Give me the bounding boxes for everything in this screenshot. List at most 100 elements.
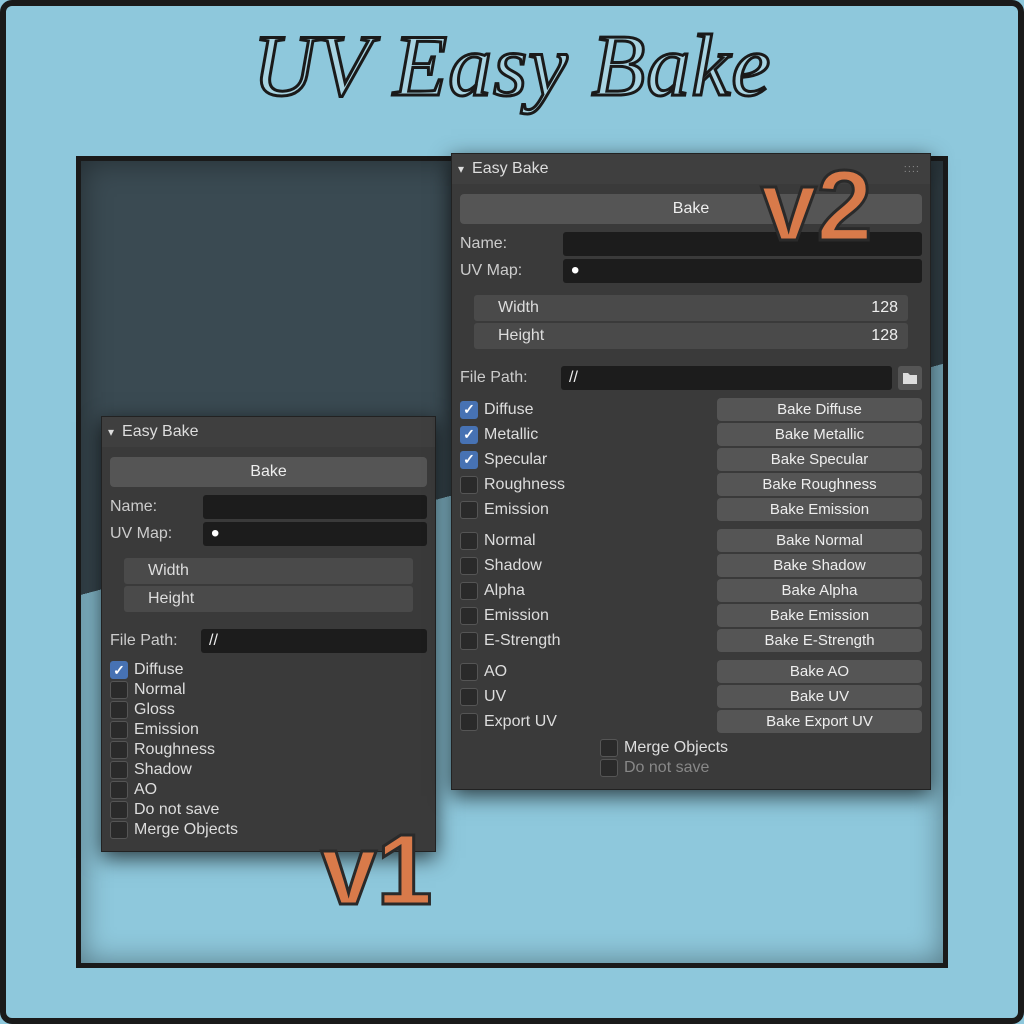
checkbox[interactable]: [460, 426, 478, 444]
name-field-v1[interactable]: [203, 495, 427, 519]
uvmap-label: UV Map:: [460, 262, 555, 280]
filepath-label: File Path:: [460, 369, 555, 387]
checkbox-label: Specular: [484, 451, 547, 469]
checkbox-label: Diffuse: [484, 401, 534, 419]
bake-action-button[interactable]: Bake AO: [717, 660, 922, 683]
uvmap-field-v2[interactable]: •: [563, 259, 922, 283]
name-field-v2[interactable]: [563, 232, 922, 256]
checkbox[interactable]: [110, 801, 128, 819]
checkbox-label: Diffuse: [134, 661, 184, 679]
checkbox[interactable]: [460, 557, 478, 575]
checkbox-label: UV: [484, 688, 506, 706]
checkbox-row: Normal: [110, 681, 427, 699]
panel-title-v2: Easy Bake: [472, 160, 548, 178]
panel-v1: ▾ Easy Bake Bake Name: UV Map: • Width H…: [101, 416, 436, 852]
checkbox-label: AO: [484, 663, 507, 681]
filepath-field-v1[interactable]: //: [201, 629, 427, 653]
bake-button-v2[interactable]: Bake: [460, 194, 922, 224]
uvmap-label: UV Map:: [110, 525, 195, 543]
checkbox[interactable]: [460, 713, 478, 731]
bake-action-button[interactable]: Bake Alpha: [717, 579, 922, 602]
checkbox[interactable]: [460, 451, 478, 469]
checkbox[interactable]: [110, 721, 128, 739]
bake-button-v1[interactable]: Bake: [110, 457, 427, 487]
comparison-frame: ▾ Easy Bake Bake Name: UV Map: • Width H…: [76, 156, 948, 968]
height-field-v1[interactable]: Height: [124, 586, 413, 612]
checkbox-row: Export UV Bake Export UV: [460, 710, 922, 733]
checkbox[interactable]: [460, 688, 478, 706]
width-field-v1[interactable]: Width: [124, 558, 413, 584]
checkbox-label: Export UV: [484, 713, 557, 731]
checkbox[interactable]: [460, 582, 478, 600]
name-label: Name:: [460, 235, 555, 253]
checkbox[interactable]: [110, 821, 128, 839]
bake-action-button[interactable]: Bake Metallic: [717, 423, 922, 446]
checkbox[interactable]: [110, 701, 128, 719]
checkbox[interactable]: [460, 501, 478, 519]
uvmap-field-v1[interactable]: •: [203, 522, 427, 546]
checkbox-row: Emission Bake Emission: [460, 498, 922, 521]
checkbox-label: E-Strength: [484, 632, 560, 650]
bake-action-button[interactable]: Bake Emission: [717, 604, 922, 627]
checkbox[interactable]: [460, 607, 478, 625]
drag-handle-icon[interactable]: ::::: [904, 163, 920, 175]
checkbox[interactable]: [460, 532, 478, 550]
checkbox[interactable]: [600, 739, 618, 757]
panel-title-v1: Easy Bake: [122, 423, 198, 441]
checkbox-row: Shadow: [110, 761, 427, 779]
height-value: 128: [871, 327, 898, 345]
checkbox-row: AO Bake AO: [460, 660, 922, 683]
bake-action-button[interactable]: Bake Roughness: [717, 473, 922, 496]
checkbox-label: Roughness: [134, 741, 215, 759]
checkbox-row: Metallic Bake Metallic: [460, 423, 922, 446]
checkbox-row: Roughness Bake Roughness: [460, 473, 922, 496]
bake-action-button[interactable]: Bake Export UV: [717, 710, 922, 733]
checkbox-row: Diffuse Bake Diffuse: [460, 398, 922, 421]
width-field-v2[interactable]: Width 128: [474, 295, 908, 321]
checkbox-row: Diffuse: [110, 661, 427, 679]
checkbox[interactable]: [600, 759, 618, 777]
checkbox[interactable]: [460, 632, 478, 650]
checkbox-row: Merge Objects: [600, 739, 922, 757]
checkbox[interactable]: [460, 663, 478, 681]
bake-action-button[interactable]: Bake Diffuse: [717, 398, 922, 421]
panel-header-v1[interactable]: ▾ Easy Bake: [102, 417, 435, 447]
checkbox-row: Merge Objects: [110, 821, 427, 839]
checkbox[interactable]: [110, 741, 128, 759]
bake-action-button[interactable]: Bake Emission: [717, 498, 922, 521]
checkbox[interactable]: [110, 761, 128, 779]
checkbox-row: Shadow Bake Shadow: [460, 554, 922, 577]
checkbox-label: Alpha: [484, 582, 525, 600]
checkbox-row: Normal Bake Normal: [460, 529, 922, 552]
checkbox-label: Metallic: [484, 426, 538, 444]
bake-action-button[interactable]: Bake E-Strength: [717, 629, 922, 652]
checkbox-label: Shadow: [134, 761, 192, 779]
checkbox[interactable]: [110, 681, 128, 699]
panel-header-v2[interactable]: ▾ Easy Bake ::::: [452, 154, 930, 184]
checkbox-row: Emission Bake Emission: [460, 604, 922, 627]
checkbox-row: E-Strength Bake E-Strength: [460, 629, 922, 652]
panel-v2: ▾ Easy Bake :::: Bake Name: UV Map: • Wi…: [451, 153, 931, 790]
checkbox-label: Emission: [484, 501, 549, 519]
width-value: 128: [871, 299, 898, 317]
checkbox[interactable]: [110, 661, 128, 679]
checkbox-row: Alpha Bake Alpha: [460, 579, 922, 602]
checkbox-row: UV Bake UV: [460, 685, 922, 708]
checkbox-label: Shadow: [484, 557, 542, 575]
folder-icon[interactable]: [898, 366, 922, 390]
filepath-field-v2[interactable]: //: [561, 366, 892, 390]
bake-action-button[interactable]: Bake Specular: [717, 448, 922, 471]
checkbox-row: Do not save: [110, 801, 427, 819]
checkbox-label: Emission: [484, 607, 549, 625]
checkbox-label: Do not save: [624, 759, 709, 777]
checkbox[interactable]: [110, 781, 128, 799]
checkbox[interactable]: [460, 476, 478, 494]
checkbox-label: Roughness: [484, 476, 565, 494]
filepath-label: File Path:: [110, 632, 195, 650]
bake-action-button[interactable]: Bake Normal: [717, 529, 922, 552]
checkbox[interactable]: [460, 401, 478, 419]
height-field-v2[interactable]: Height 128: [474, 323, 908, 349]
bake-action-button[interactable]: Bake UV: [717, 685, 922, 708]
checkbox-row: Emission: [110, 721, 427, 739]
bake-action-button[interactable]: Bake Shadow: [717, 554, 922, 577]
